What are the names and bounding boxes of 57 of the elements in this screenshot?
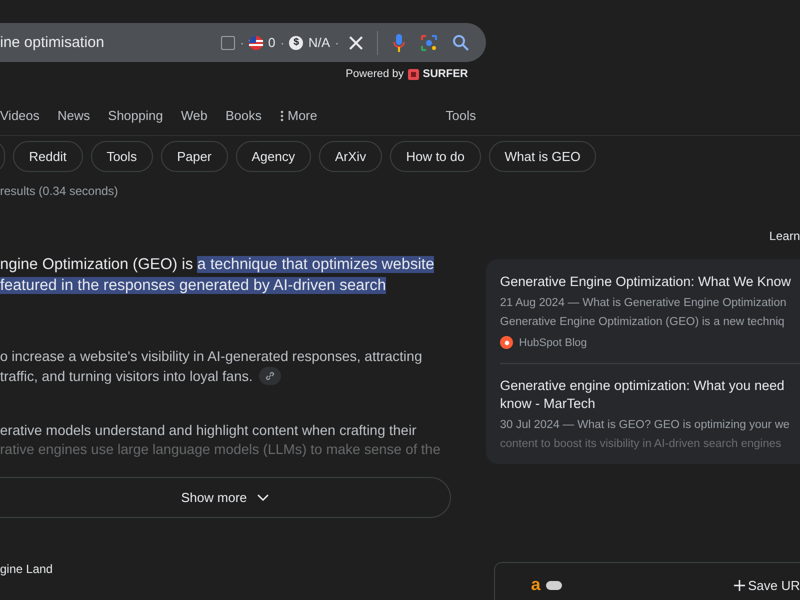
filter-chip[interactable]: How to do: [390, 141, 481, 172]
source-title[interactable]: Generative Engine Optimization: What We Know: [500, 273, 800, 291]
result-stats: results (0.34 seconds): [0, 184, 118, 198]
source-snippet: content to boost its visibility in AI-driven search engines: [500, 437, 782, 452]
dollar-icon: $: [289, 36, 304, 50]
filter-chip[interactable]: Tools: [90, 141, 153, 172]
search-tab[interactable]: Books: [225, 104, 262, 123]
filter-chip[interactable]: ArXiv: [319, 141, 382, 172]
snippet-line: ngine Optimization (GEO) is a technique that optimizes website: [0, 255, 436, 275]
learn-more-link[interactable]: Learn: [769, 229, 800, 243]
link-icon[interactable]: [258, 367, 281, 385]
logo-icon: [408, 68, 419, 80]
filter-chip[interactable]: Paper: [160, 141, 228, 172]
faded-text-line: erative models understand and highlight content when crafting their: [0, 421, 418, 440]
search-tab[interactable]: News: [58, 104, 90, 123]
save-url-button[interactable]: Save UR: [734, 578, 800, 592]
source-title[interactable]: know - MarTech: [500, 395, 800, 413]
show-more-button[interactable]: Show more: [0, 477, 451, 518]
toggle-switch[interactable]: [546, 580, 562, 590]
filter-chip[interactable]: What is GEO: [488, 141, 596, 172]
brand-name: SURFER: [422, 68, 468, 80]
metric-value: 0: [268, 35, 276, 50]
separator-dot: ·: [335, 36, 339, 50]
faded-text-line: rative engines use large language models (LLMs) to make sense of the: [0, 440, 442, 459]
search-tab[interactable]: Shopping: [108, 104, 163, 123]
search-icon: [452, 34, 470, 52]
tools-link[interactable]: Tools: [446, 104, 476, 123]
site-name: HubSpot Blog: [519, 336, 587, 348]
separator-dot: ·: [280, 36, 284, 50]
plus-icon: [734, 580, 745, 590]
site-favicon-icon: [500, 336, 513, 349]
source-title[interactable]: Generative engine optimization: What you need: [500, 377, 800, 395]
close-icon: [349, 36, 363, 50]
dots-icon: [280, 110, 284, 122]
filter-chip[interactable]: Reddit: [13, 141, 83, 172]
checkbox[interactable]: [221, 36, 236, 50]
paragraph-line: traffic, and turning visitors into loyal fans.: [0, 367, 253, 386]
powered-by-label: Powered by: [346, 68, 404, 80]
search-query: ine optimisation: [0, 34, 106, 51]
source-snippet: 30 Jul 2024 — What is GEO? GEO is optimizing your we: [500, 418, 791, 433]
flag-icon: [249, 36, 264, 50]
search-field[interactable]: ine optimisation · 0 · $ N/A ·: [0, 23, 486, 62]
chevron-down-icon: [256, 494, 269, 502]
search-tab[interactable]: Videos: [0, 104, 40, 123]
source-snippet: Generative Engine Optimization (GEO) is a new techniq: [500, 315, 786, 330]
chain-icon: [264, 371, 275, 381]
microphone-icon: [392, 32, 406, 52]
filter-chip[interactable]: Agency: [236, 141, 312, 172]
search-tab[interactable]: Web: [180, 104, 208, 123]
camera-lens-icon: [420, 34, 438, 52]
metric-value: N/A: [308, 35, 330, 50]
paragraph-line: o increase a website's visibility in AI-generated responses, attracting: [0, 347, 422, 366]
more-tab[interactable]: More: [280, 104, 318, 123]
extension-logo: a: [531, 576, 540, 594]
source-name: gine Land: [0, 562, 54, 576]
separator-dot: ·: [240, 36, 244, 50]
source-snippet: 21 Aug 2024 — What is Generative Engine Optimization: [500, 296, 788, 311]
